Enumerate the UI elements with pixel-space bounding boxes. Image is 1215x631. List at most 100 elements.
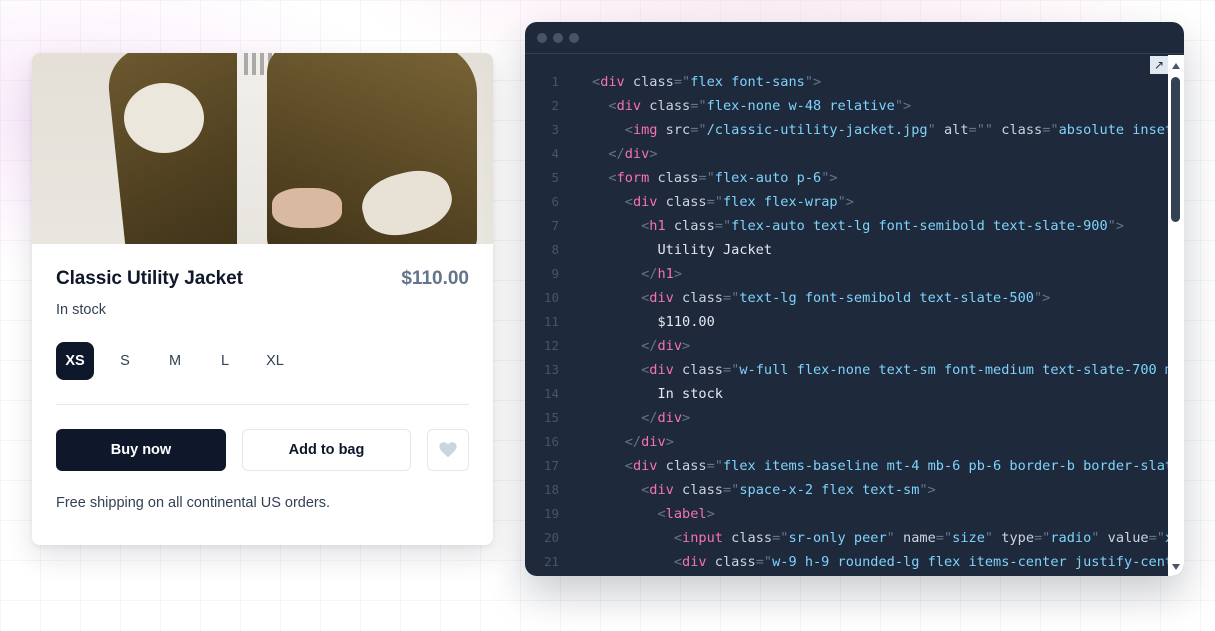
code-token: =" [690,98,707,114]
code-token: =" [755,554,773,570]
code-token: class [624,74,674,90]
code-token: < [673,530,683,546]
code-token: =" [722,482,740,498]
code-token: div [641,434,666,450]
window-dot [537,32,547,43]
line-number: 14 [543,386,559,401]
code-text: <div class="flex font-sans"> [559,70,821,94]
code-token: > [649,146,658,162]
line-number: 10 [543,290,559,305]
scroll-up-arrow-icon[interactable] [1172,63,1180,69]
code-text: <h1 class="flex-auto text-lg font-semibo… [559,214,1124,238]
line-number: 19 [543,506,559,521]
code-token: form [616,170,650,186]
title-row: Classic Utility Jacket $110.00 [56,268,469,290]
code-token: =" [673,74,691,90]
code-token: =" [935,530,953,546]
code-line: 15 </div> [525,406,1168,430]
code-text: <div class="flex items-baseline mt-4 mb-… [559,454,1168,478]
code-token: class [649,170,699,186]
code-token: "> [919,482,936,498]
code-token: $110.00 [592,314,715,330]
line-number: 7 [551,218,559,233]
code-token: class [673,362,723,378]
size-selector: XS S M L XL [56,342,469,405]
code-token: class [665,218,715,234]
line-number: 18 [543,482,559,497]
code-line: 7 <h1 class="flex-auto text-lg font-semi… [525,214,1168,238]
code-line: 10 <div class="text-lg font-semibold tex… [525,286,1168,310]
scrollbar-thumb[interactable] [1171,77,1180,222]
code-token: div [682,554,707,570]
size-option[interactable]: S [106,342,144,380]
code-token: h1 [649,218,666,234]
code-token: value [1099,530,1149,546]
code-token: flex-auto p-6 [714,170,822,186]
code-token: div [649,290,674,306]
code-token: "> [1107,218,1125,234]
code-token: In stock [592,386,723,402]
code-token: sr-only peer [788,530,887,546]
line-number: 21 [543,554,559,569]
line-number: 8 [551,242,559,257]
code-token: div [649,482,674,498]
expand-icon[interactable]: ↗ [1150,56,1168,74]
code-text: </h1> [559,262,682,286]
add-to-bag-button[interactable]: Add to bag [242,429,411,471]
line-number: 17 [543,458,559,473]
size-option[interactable]: M [156,342,194,380]
code-token: =" [706,458,723,474]
code-token: class [657,458,707,474]
code-token: class [641,98,691,114]
code-area[interactable]: 1 <div class="flex font-sans"> 2 <div clas… [525,55,1168,576]
favorite-button[interactable] [427,429,469,471]
window-dot [569,32,579,43]
code-text: <label> [559,502,714,526]
code-text: <input class="sr-only peer" name="size" … [559,526,1168,550]
scroll-down-arrow-icon[interactable] [1172,564,1180,570]
code-text: <div class="flex-none w-48 relative"> [559,94,911,118]
code-line: 9 </h1> [525,262,1168,286]
code-token: "> [1033,290,1051,306]
code-token: "> [804,74,822,90]
size-option[interactable]: XS [56,342,94,380]
code-token: > [682,410,691,426]
code-editor-window: 1 <div class="flex font-sans"> 2 <div clas… [525,22,1184,576]
heart-icon [439,442,457,458]
line-number: 6 [551,194,559,209]
code-token: flex-auto text-lg font-semibold text-sla… [731,218,1108,234]
code-token: /classic-utility-jacket.jpg [706,122,928,138]
line-number: 15 [543,410,559,425]
code-token: src [657,122,691,138]
code-line: 3 <img src="/classic-utility-jacket.jpg"… [525,118,1168,142]
buy-now-button[interactable]: Buy now [56,429,226,471]
code-line: 20 <input class="sr-only peer" name="siz… [525,526,1168,550]
code-line: 14 In stock [525,382,1168,406]
code-token: class [706,554,756,570]
window-dot [553,32,563,43]
line-number: 12 [543,338,559,353]
code-token: absolute inset-0 w-full h-full object-co… [1058,122,1168,138]
code-token: class [673,482,723,498]
code-token: > [665,434,674,450]
code-line: 8 Utility Jacket [525,238,1168,262]
code-line: 1 <div class="flex font-sans"> [525,70,1168,94]
code-token: flex flex-wrap [722,194,838,210]
code-line: 4 </div> [525,142,1168,166]
code-token: < [624,458,633,474]
product-price: $110.00 [401,268,469,289]
size-option[interactable]: XL [256,342,294,380]
code-line: 21 <div class="w-9 h-9 rounded-lg flex i… [525,550,1168,574]
size-option[interactable]: L [206,342,244,380]
code-token: div [616,98,642,114]
line-number: 11 [543,314,559,329]
line-number: 20 [543,530,559,545]
vertical-scrollbar[interactable] [1168,55,1184,576]
